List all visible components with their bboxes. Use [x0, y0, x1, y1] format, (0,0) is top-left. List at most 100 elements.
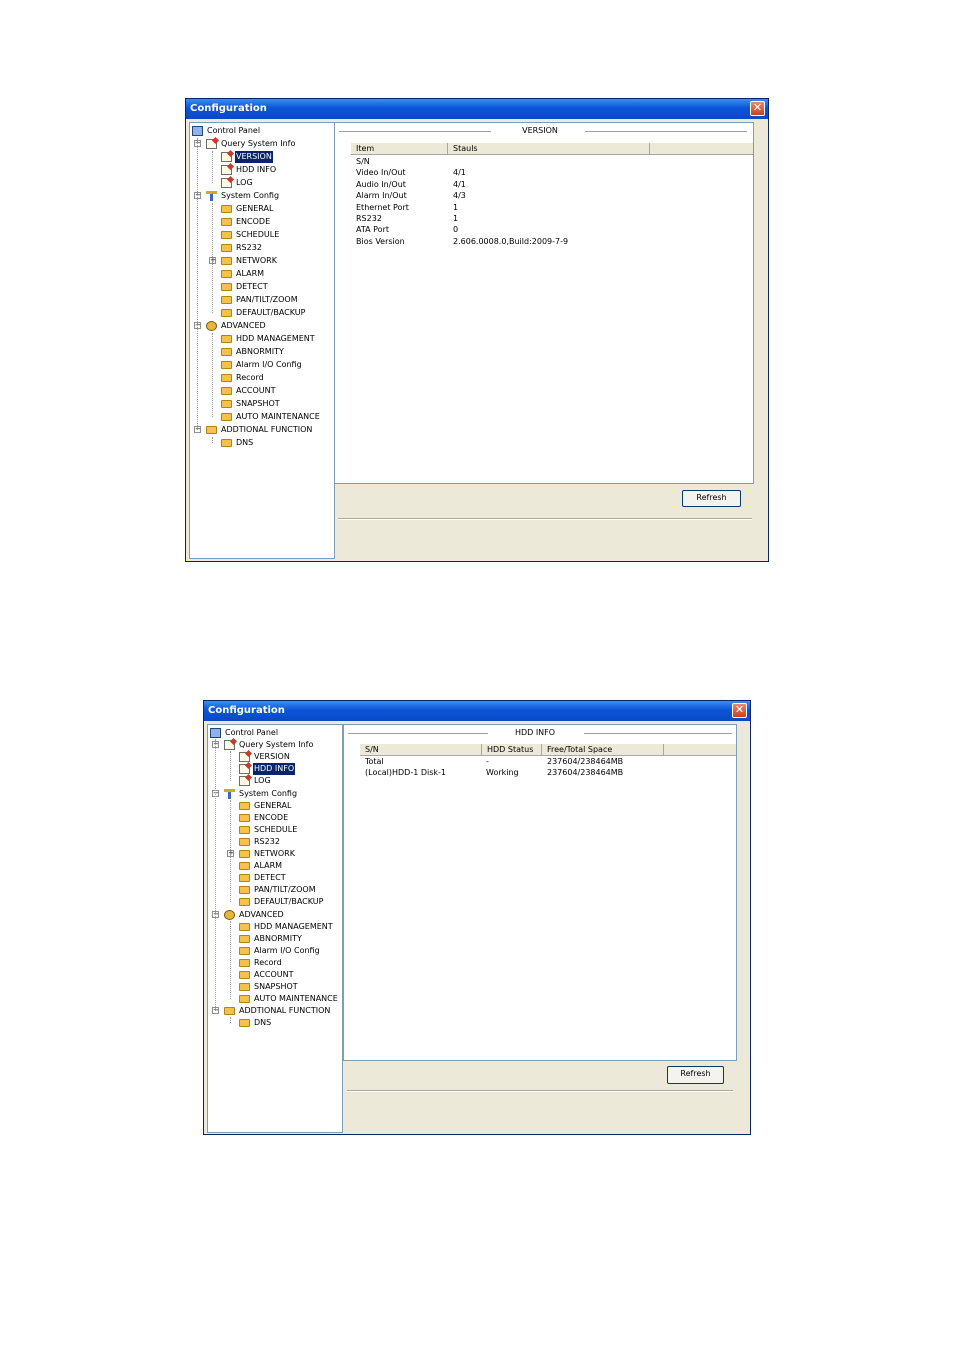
column-header-status[interactable]: Stauls [448, 143, 650, 155]
table-row-item: Audio In/Out [356, 179, 406, 189]
window-titlebar[interactable]: Configuration ✕ [204, 701, 750, 721]
notepad-icon [206, 139, 217, 149]
table-row-item: Video In/Out [356, 168, 406, 178]
tree-item-label: ACCOUNT [236, 386, 276, 395]
tree-item-label: Control Panel [225, 728, 279, 737]
section-divider-right [585, 131, 747, 133]
tree-item-label: RS232 [236, 243, 262, 252]
refresh-button[interactable]: Refresh [682, 490, 741, 507]
advanced-gear-icon [206, 321, 217, 331]
folder-icon [221, 387, 232, 395]
table-row-item: ATA Port [356, 225, 389, 235]
table-row-status: 1 [453, 202, 459, 212]
window-titlebar[interactable]: Configuration ✕ [186, 99, 768, 119]
close-icon[interactable]: ✕ [732, 703, 747, 718]
tree-item-label: PAN/TILT/ZOOM [254, 885, 316, 895]
folder-icon [221, 257, 232, 265]
column-header-hdd-status[interactable]: HDD Status [482, 744, 542, 756]
folder-icon [239, 898, 250, 907]
folder-icon [239, 862, 250, 871]
folder-icon [221, 400, 232, 408]
table-row-item: Ethernet Port [356, 202, 409, 212]
tree-item-label: DNS [254, 1018, 272, 1028]
notepad-icon [239, 776, 250, 787]
tree-item-label: Query System Info [221, 139, 296, 148]
system-config-icon [206, 191, 217, 201]
tree-item-label: DEFAULT/BACKUP [254, 897, 324, 907]
folder-icon [239, 971, 250, 979]
tree-item-label: HDD INFO [236, 165, 277, 174]
folder-icon [239, 801, 250, 810]
section-divider-left [348, 733, 488, 735]
tree-item-label: ENCODE [254, 812, 289, 822]
folder-icon [206, 426, 217, 434]
folder-icon [221, 439, 232, 447]
tree-connector [212, 333, 213, 417]
tree-item-label: Control Panel [207, 126, 261, 135]
tree-item-label: HDD MANAGEMENT [236, 334, 315, 343]
folder-icon [239, 922, 250, 931]
tree-item-label: LOG [254, 776, 271, 786]
table-row-status: Working [486, 768, 519, 777]
table-row-status: 1 [453, 214, 459, 223]
column-header-item[interactable]: Item [351, 143, 448, 155]
column-header-space[interactable]: Free/Total Space [542, 744, 664, 756]
folder-icon [239, 886, 250, 895]
column-header-sn[interactable]: S/N [360, 744, 482, 756]
tree-item-label: Query System Info [239, 740, 314, 750]
tree-item-label: NETWORK [254, 849, 295, 858]
table-row-item: RS232 [356, 214, 382, 223]
folder-icon [239, 946, 250, 955]
refresh-button[interactable]: Refresh [667, 1066, 724, 1084]
monitor-icon [192, 126, 203, 136]
tree-item-label: ADVANCED [239, 909, 284, 919]
folder-icon [221, 218, 232, 226]
table-row-space: 237604/238464MB [547, 757, 624, 766]
table-row-item: S/N [356, 157, 370, 166]
folder-icon [221, 244, 232, 252]
folder-icon [239, 813, 250, 822]
folder-icon [221, 413, 232, 421]
tree-item-label: GENERAL [254, 800, 292, 810]
table-row-item: Alarm In/Out [356, 191, 407, 201]
folder-icon [221, 296, 232, 304]
tree-connector [230, 1017, 231, 1024]
notepad-icon [221, 152, 232, 162]
tree-connector [212, 437, 213, 443]
navigation-tree: Control Panel Query System Info − VERSION HD… [207, 724, 343, 1133]
tree-item-label: ALARM [254, 861, 283, 871]
window-title: Configuration [190, 103, 267, 114]
close-icon[interactable]: ✕ [750, 101, 765, 116]
tree-item-label: Record [236, 373, 264, 382]
tree-item-label: ABNORMITY [236, 347, 284, 356]
folder-icon [221, 309, 232, 317]
tree-item-label: SCHEDULE [236, 230, 280, 239]
section-divider-right [584, 733, 732, 735]
tree-item-label: ALARM [236, 269, 265, 278]
notepad-icon [224, 740, 235, 751]
notepad-icon [221, 165, 232, 175]
table-row-status: 4/3 [453, 191, 466, 201]
tree-item-label: AUTO MAINTENANCE [254, 994, 338, 1004]
tree-item-label: RS232 [254, 836, 280, 846]
folder-icon [239, 958, 250, 967]
table-row-item: Bios Version [356, 236, 405, 246]
tree-connector [230, 751, 231, 782]
tree-item-label: ENCODE [236, 217, 271, 226]
tree-item-label: Alarm I/O Config [236, 360, 302, 369]
tree-item-label: SNAPSHOT [236, 399, 280, 408]
table-row-space: 237604/238464MB [547, 768, 624, 777]
tree-item-label: PAN/TILT/ZOOM [236, 295, 298, 304]
tree-item-label: Record [254, 957, 282, 967]
tree-item-label: DETECT [236, 282, 268, 291]
folder-icon [221, 205, 232, 213]
tree-item-label: AUTO MAINTENANCE [236, 412, 320, 421]
system-config-icon [224, 788, 235, 799]
tree-item-label: ADDTIONAL FUNCTION [239, 1006, 331, 1016]
monitor-icon [210, 728, 221, 738]
tree-item-label: HDD INFO [253, 763, 296, 776]
folder-icon [239, 850, 250, 858]
tree-item-label: ADDTIONAL FUNCTION [221, 425, 313, 434]
tree-connector [212, 151, 213, 183]
tree-item-label: GENERAL [236, 204, 274, 213]
